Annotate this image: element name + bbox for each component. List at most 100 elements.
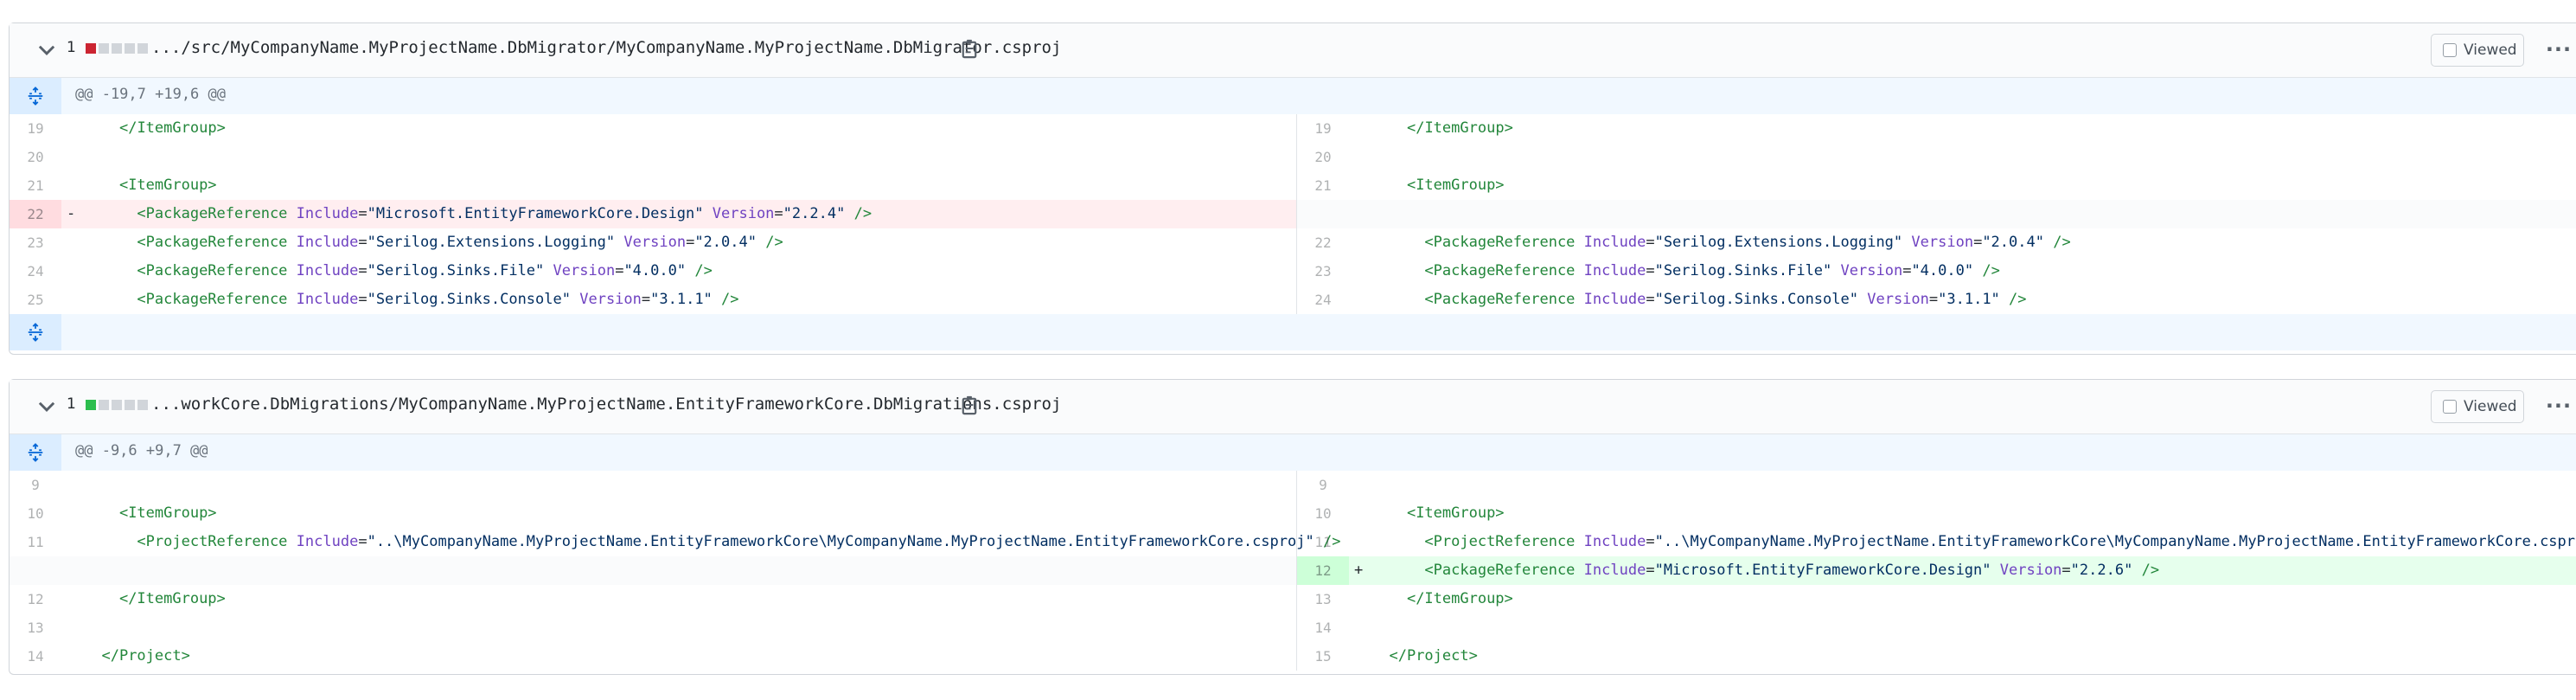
more-options-label: ··· [2545,37,2573,61]
line-number[interactable]: 11 [1297,528,1349,556]
line-number[interactable]: 22 [10,200,61,228]
unfold-icon[interactable] [10,314,61,350]
diffstat [86,43,148,54]
kebab-icon[interactable]: ··· [2543,390,2574,421]
code-token: <ItemGroup> [118,177,217,194]
code-token: <ItemGroup> [1406,177,1505,194]
line-number[interactable]: 14 [10,642,61,671]
chevron-down-icon[interactable] [35,38,58,61]
line-number[interactable]: 9 [1297,471,1349,499]
change-count: 1 [67,395,76,413]
kebab-icon[interactable]: ··· [2543,34,2574,65]
code-token: > [216,119,226,137]
code-line: <PackageReference Include="Microsoft.Ent… [1371,556,2159,585]
code-token: /> [694,262,713,279]
code-token: Include [296,205,359,222]
code-token: ItemGroup [137,119,217,137]
code-token: "..\MyCompanyName.MyProjectName.EntityFr… [367,533,1314,550]
checkbox-box[interactable] [2443,400,2457,414]
code-token: </Project> [101,647,190,665]
code-token: <PackageReference [1424,234,1576,251]
code-token: = [641,291,651,308]
code-line: <ProjectReference Include="..\MyCompanyN… [1371,528,2576,556]
line-number[interactable]: 24 [10,257,61,286]
unfold-icon[interactable] [10,78,61,114]
line-number[interactable]: 24 [1297,286,1349,314]
chevron-down-icon[interactable] [35,395,58,417]
line-number[interactable]: 14 [1297,613,1349,642]
code-token: Version [579,291,642,308]
code-line: <ItemGroup> [84,499,217,528]
code-token: <PackageReference [137,205,288,222]
diff-row: 11 <ProjectReference Include="..\MyCompa… [10,528,2576,556]
line-number[interactable]: 21 [1297,171,1349,200]
diff-row: 24 <PackageReference Include="Serilog.Si… [10,257,2576,286]
line-number[interactable]: 11 [10,528,61,556]
code-token: = [358,291,368,308]
code-token: /> [2141,562,2160,579]
line-number[interactable]: 13 [1297,585,1349,613]
code-token: "Microsoft.EntityFrameworkCore.Design" [367,205,704,222]
copy-path-icon[interactable] [959,394,981,418]
right-diff-cell: 19 </ItemGroup> [1297,114,2576,143]
viewed-checkbox[interactable]: Viewed [2431,34,2524,67]
code-line: </Project> [84,642,190,671]
diff-row: 20 20 [10,143,2576,171]
line-number[interactable]: 21 [10,171,61,200]
code-token: "2.0.4" [694,234,757,251]
unfold-icon[interactable] [10,434,61,471]
right-diff-cell: 10 <ItemGroup> [1297,499,2576,528]
addition-marker: + [1354,562,1364,579]
line-number[interactable]: 23 [1297,257,1349,286]
line-number[interactable]: 25 [10,286,61,314]
line-number[interactable]: 19 [1297,114,1349,143]
file-path[interactable]: ...workCore.DbMigrations/MyCompanyName.M… [151,395,1061,414]
line-number[interactable]: 23 [10,228,61,257]
code-token: = [2061,562,2071,579]
code-token: Version [712,205,775,222]
line-number[interactable]: 9 [10,471,61,499]
code-token: <PackageReference [137,234,288,251]
code-token: <ProjectReference [137,533,288,550]
code-token: = [358,262,368,279]
line-number[interactable]: 13 [10,613,61,642]
line-number[interactable]: 12 [10,585,61,613]
code-token: <PackageReference [137,262,288,279]
line-number[interactable]: 10 [1297,499,1349,528]
code-token: ItemGroup [1424,119,1505,137]
code-token: "Microsoft.EntityFrameworkCore.Design" [1654,562,1991,579]
copy-path-icon[interactable] [959,37,981,61]
line-number[interactable]: 20 [1297,143,1349,171]
file-path[interactable]: .../src/MyCompanyName.MyProjectName.DbMi… [151,38,1061,57]
line-number[interactable]: 12 [1297,556,1349,585]
code-token: /> [2009,291,2027,308]
line-number[interactable]: 19 [10,114,61,143]
left-diff-cell: 20 [10,143,1297,171]
code-token: "4.0.0" [623,262,687,279]
code-token: Version [1867,291,1929,308]
line-number[interactable]: 15 [1297,642,1349,671]
viewed-checkbox[interactable]: Viewed [2431,390,2524,423]
line-number[interactable]: 22 [1297,228,1349,257]
checkbox-box[interactable] [2443,43,2457,57]
code-token: Version [1999,562,2062,579]
right-diff-cell: 12 + <PackageReference Include="Microsoft… [1297,556,2576,585]
code-token: "Serilog.Sinks.File" [1654,262,1832,279]
code-token: <ProjectReference [1424,533,1576,550]
line-number[interactable]: 20 [10,143,61,171]
deletion-marker: - [67,205,76,222]
code-token: "Serilog.Sinks.Console" [1654,291,1858,308]
line-number[interactable]: 10 [10,499,61,528]
diff-row: 99 [10,471,2576,499]
code-token: = [686,234,695,251]
